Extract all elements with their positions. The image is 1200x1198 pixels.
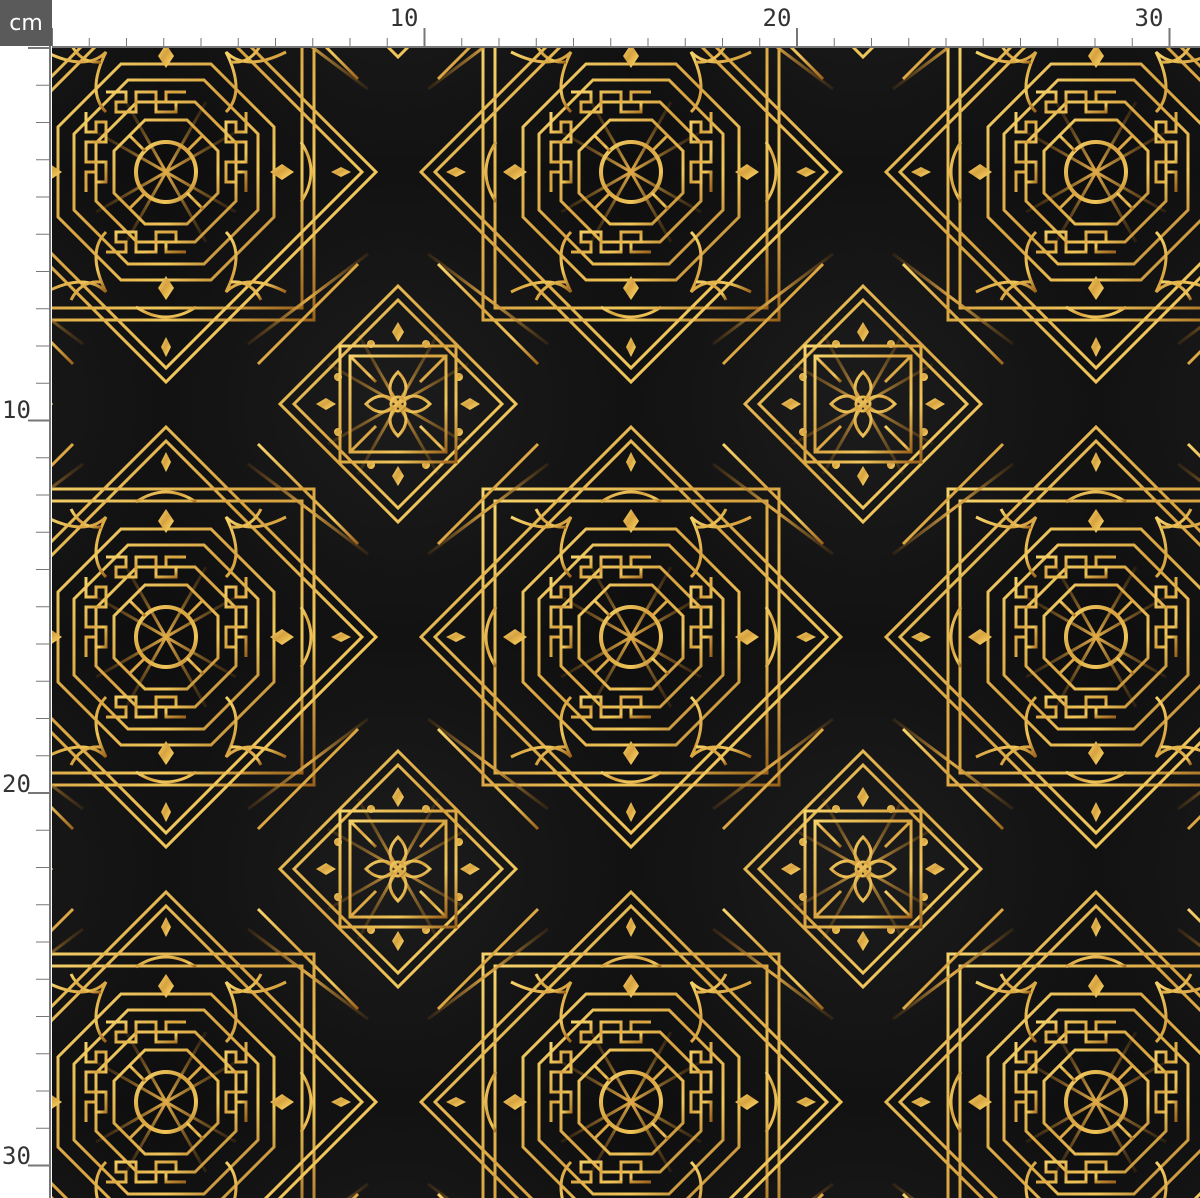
- left-ruler-label-10: 10: [2, 396, 31, 424]
- left-ruler: 10 20 30: [0, 46, 52, 1198]
- left-ruler-label-30: 30: [2, 1142, 31, 1170]
- fabric-swatch: [52, 48, 1200, 1198]
- top-ruler-label-20: 20: [763, 4, 792, 32]
- top-ruler: 10 20 30: [52, 0, 1200, 50]
- left-ruler-label-20: 20: [2, 770, 31, 798]
- unit-label: cm: [0, 0, 52, 46]
- top-ruler-label-30: 30: [1135, 4, 1164, 32]
- top-ruler-label-10: 10: [390, 4, 419, 32]
- fabric-pattern: [52, 48, 1200, 1198]
